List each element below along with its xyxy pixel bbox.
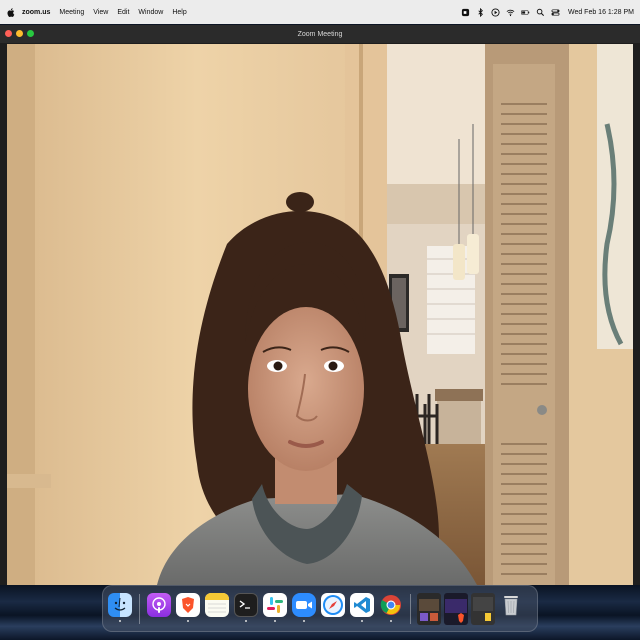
wifi-icon[interactable]	[506, 8, 515, 17]
play-icon[interactable]	[491, 7, 500, 17]
close-button[interactable]	[5, 30, 12, 37]
dock-finder[interactable]	[107, 592, 133, 625]
dock-brave[interactable]	[175, 592, 201, 625]
slack-icon	[267, 596, 283, 613]
dock-zoom[interactable]	[291, 592, 317, 625]
dock-terminal[interactable]	[233, 592, 259, 625]
zoom-button[interactable]	[27, 30, 34, 37]
terminal-icon	[239, 599, 250, 609]
dock-chrome[interactable]	[378, 593, 404, 625]
menu-help[interactable]: Help	[172, 9, 186, 16]
brave-icon	[182, 596, 194, 613]
window-title: Zoom Meeting	[297, 30, 343, 38]
running-indicator	[187, 619, 189, 622]
trash-icon	[504, 595, 518, 615]
chrome-icon	[380, 594, 401, 615]
minimize-button[interactable]	[16, 30, 23, 37]
zoom-status-icon[interactable]	[461, 8, 470, 17]
safari-icon	[323, 594, 343, 615]
menu-edit[interactable]: Edit	[117, 9, 129, 16]
apple-menu-icon[interactable]	[6, 6, 16, 18]
back-ceiling	[387, 44, 487, 184]
dock-vscode[interactable]	[349, 592, 375, 625]
pendant-lamp	[453, 244, 465, 280]
running-indicator	[303, 619, 305, 622]
minimized-window-2[interactable]	[444, 592, 468, 625]
podcasts-icon	[152, 596, 166, 613]
door-handle	[537, 405, 547, 415]
running-indicator	[245, 619, 247, 622]
dock	[102, 585, 538, 632]
running-indicator	[274, 619, 276, 622]
dock-trash[interactable]	[498, 593, 524, 625]
status-area: Wed Feb 16 1:28 PM	[461, 7, 634, 17]
door-frame-left	[7, 44, 35, 585]
zoom-window: Zoom Meeting	[0, 25, 640, 585]
bluetooth-icon[interactable]	[476, 7, 485, 17]
running-indicator	[361, 619, 363, 622]
battery-icon[interactable]	[521, 8, 530, 17]
dock-podcasts[interactable]	[146, 592, 172, 625]
vscode-icon	[354, 596, 370, 613]
notes-icon	[205, 592, 229, 612]
control-center-icon[interactable]	[551, 8, 560, 17]
menu-meeting[interactable]: Meeting	[59, 9, 84, 16]
window-titlebar[interactable]: Zoom Meeting	[0, 25, 640, 43]
menu-app-name[interactable]: zoom.us	[22, 9, 50, 16]
dock-slack[interactable]	[262, 592, 288, 625]
dock-safari[interactable]	[320, 592, 346, 625]
traffic-lights	[5, 30, 34, 37]
dock-notes[interactable]	[204, 592, 230, 625]
minimized-window-1[interactable]	[417, 592, 441, 625]
menu-clock[interactable]: Wed Feb 16 1:28 PM	[568, 9, 634, 16]
pendant-lamp-2	[467, 234, 479, 274]
running-indicator	[119, 619, 121, 622]
finder-icon	[114, 597, 126, 611]
video-feed[interactable]	[7, 44, 633, 585]
zoom-icon	[296, 600, 312, 609]
wall-trim	[7, 474, 51, 488]
kitchen-counter	[435, 389, 483, 401]
minimized-window-3[interactable]	[471, 592, 495, 625]
hair-bun	[286, 192, 314, 212]
menu-bar: zoom.us Meeting View Edit Window Help We…	[0, 0, 640, 24]
menu-window[interactable]: Window	[138, 9, 163, 16]
dock-separator	[410, 593, 411, 624]
search-icon[interactable]	[536, 8, 545, 17]
running-indicator	[390, 619, 392, 622]
dock-separator	[139, 593, 140, 624]
menu-view[interactable]: View	[93, 9, 108, 16]
